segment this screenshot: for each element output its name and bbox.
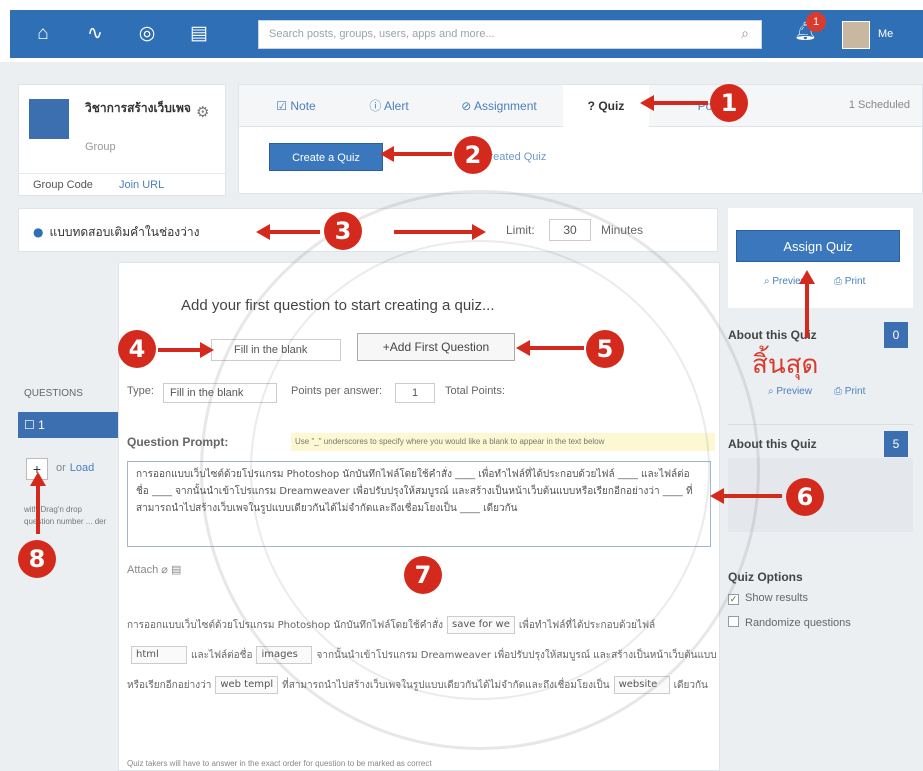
questions-label: QUESTIONS [24, 388, 83, 399]
minutes-label: Minutes [601, 223, 644, 237]
join-url-link[interactable]: Join URL [119, 179, 164, 191]
group-links: Group Code Join URL [19, 173, 225, 197]
compass-icon[interactable]: ◎ [134, 22, 160, 46]
quiz-title[interactable]: แบบทดสอบเติมคำในช่องว่าง [33, 223, 199, 242]
annotation-number: 7 [404, 556, 442, 594]
tab-alert[interactable]: ⓘ Alert [343, 85, 435, 127]
question-item[interactable]: ☐ 1 [18, 412, 118, 438]
annotation-arrow [256, 224, 320, 240]
search-input[interactable]: Search posts, groups, users, apps and mo… [258, 20, 762, 49]
search-icon: ⌕ [764, 276, 770, 287]
load-link[interactable]: Load [70, 462, 94, 474]
group-card: วิชาการสร้างเว็บเพจ Group ⚙ Group Code J… [18, 84, 226, 196]
book-icon[interactable]: ▤ [186, 22, 212, 46]
about-count-badge: 0 [884, 322, 908, 348]
top-bar: ⌂ ∿ ◎ ▤ Search posts, groups, users, app… [0, 0, 923, 62]
gear-icon[interactable]: ⚙ [196, 103, 209, 121]
about-count-badge-2: 5 [884, 431, 908, 457]
paperclip-icon[interactable]: ⌀ [161, 564, 168, 576]
tab-quiz[interactable]: ? Quiz [563, 85, 649, 127]
total-points-label: Total Points: [445, 385, 505, 397]
order-footnote: Quiz takers will have to answer in the e… [127, 759, 432, 768]
annotation-arrow [30, 472, 46, 534]
question-prompt-label: Question Prompt: [127, 435, 229, 449]
assign-box: Assign Quiz ⌕ Preview ⎙ Print [728, 208, 913, 308]
or-load: or Load [56, 462, 95, 474]
user-menu[interactable]: Me [878, 28, 893, 40]
blank-hint: Use "_" underscores to specify where you… [291, 433, 715, 451]
add-first-question-button[interactable]: +Add First Question [357, 333, 515, 361]
time-limit-input[interactable]: 30 [549, 219, 591, 241]
group-type: Group [85, 141, 116, 153]
annotation-arrow [380, 146, 452, 162]
search-icon: ⌕ [768, 386, 774, 397]
annotation-arrow [394, 224, 486, 240]
annotation-number: 3 [324, 212, 362, 250]
scheduled-count[interactable]: 1 Scheduled [849, 99, 910, 111]
print-link[interactable]: ⎙ Print [834, 276, 865, 287]
annotation-number: 8 [18, 540, 56, 578]
notification-badge: 1 [806, 12, 826, 32]
print-icon: ⎙ [834, 276, 842, 287]
quiz-title-bar: แบบทดสอบเติมคำในช่องว่าง Limit: 30 Minut… [18, 208, 718, 252]
tab-note[interactable]: ☑ Note [253, 85, 339, 127]
post-tabs-panel: ☑ Note ⓘ Alert ⊘ Assignment ? Quiz Po 1 … [238, 84, 923, 194]
randomize-option[interactable]: Randomize questions [728, 616, 851, 629]
finish-annotation: สิ้นสุด [752, 350, 819, 380]
annotation-arrow [158, 342, 214, 358]
annotation-number: 6 [786, 478, 824, 516]
create-quiz-button[interactable]: Create a Quiz [269, 143, 383, 171]
print-icon: ⎙ [834, 386, 842, 397]
question-prompt-textarea[interactable]: การออกแบบเว็บไซต์ด้วยโปรแกรม Photoshop น… [127, 461, 711, 547]
print-link-2[interactable]: ⎙ Print [834, 386, 865, 397]
show-results-option[interactable]: ✓ Show results [728, 592, 808, 605]
checkbox-icon [728, 616, 739, 627]
type-label: Type: [127, 385, 154, 397]
home-icon[interactable]: ⌂ [30, 22, 56, 46]
preview-link-2[interactable]: ⌕ Preview [768, 386, 812, 397]
annotation-number: 5 [586, 330, 624, 368]
tab-assignment[interactable]: ⊘ Assignment [439, 85, 559, 127]
book-icon[interactable]: ▤ [171, 564, 181, 576]
answer-blank-4[interactable]: web templ [215, 676, 279, 694]
main-nav: ⌂ ∿ ◎ ▤ Search posts, groups, users, app… [10, 10, 923, 58]
add-first-heading: Add your first question to start creatin… [181, 297, 495, 314]
annotation-arrow [640, 95, 708, 111]
annotation-number: 1 [710, 84, 748, 122]
points-input[interactable]: 1 [395, 383, 435, 403]
quiz-sidebar: Assign Quiz ⌕ Preview ⎙ Print About this… [728, 208, 923, 771]
group-name[interactable]: วิชาการสร้างเว็บเพจ [85, 99, 195, 117]
activity-icon[interactable]: ∿ [82, 22, 108, 46]
annotation-number: 4 [118, 330, 156, 368]
answer-blank-3[interactable]: images [256, 646, 313, 664]
answer-blank-5[interactable]: website [613, 676, 670, 694]
quiz-options-title: Quiz Options [728, 570, 803, 584]
points-label: Points per answer: [291, 385, 383, 397]
answer-blank-2[interactable]: html [131, 646, 187, 664]
question-type-select[interactable]: Fill in the blank [211, 339, 341, 361]
annotation-arrow [710, 488, 782, 504]
answer-blank-1[interactable]: save for we [447, 616, 515, 634]
search-icon[interactable]: ⌕ [741, 25, 749, 42]
group-thumbnail [29, 99, 69, 139]
annotation-arrow [516, 340, 584, 356]
attach-label[interactable]: Attach ⌀ ▤ [127, 563, 181, 576]
assign-quiz-button[interactable]: Assign Quiz [736, 230, 900, 262]
preview-answers: การออกแบบเว็บไซต์ด้วยโปรแกรม Photoshop น… [127, 611, 717, 701]
question-editor: Add your first question to start creatin… [118, 262, 720, 771]
time-limit-label: Limit: [506, 223, 535, 237]
tab-bar: ☑ Note ⓘ Alert ⊘ Assignment ? Quiz Po 1 … [239, 85, 922, 127]
avatar[interactable] [842, 21, 870, 49]
group-code-link[interactable]: Group Code [33, 179, 93, 191]
type-select[interactable]: Fill in the blank [163, 383, 277, 403]
annotation-number: 2 [454, 136, 492, 174]
annotation-arrow [799, 270, 815, 338]
checkbox-checked-icon: ✓ [728, 594, 739, 605]
